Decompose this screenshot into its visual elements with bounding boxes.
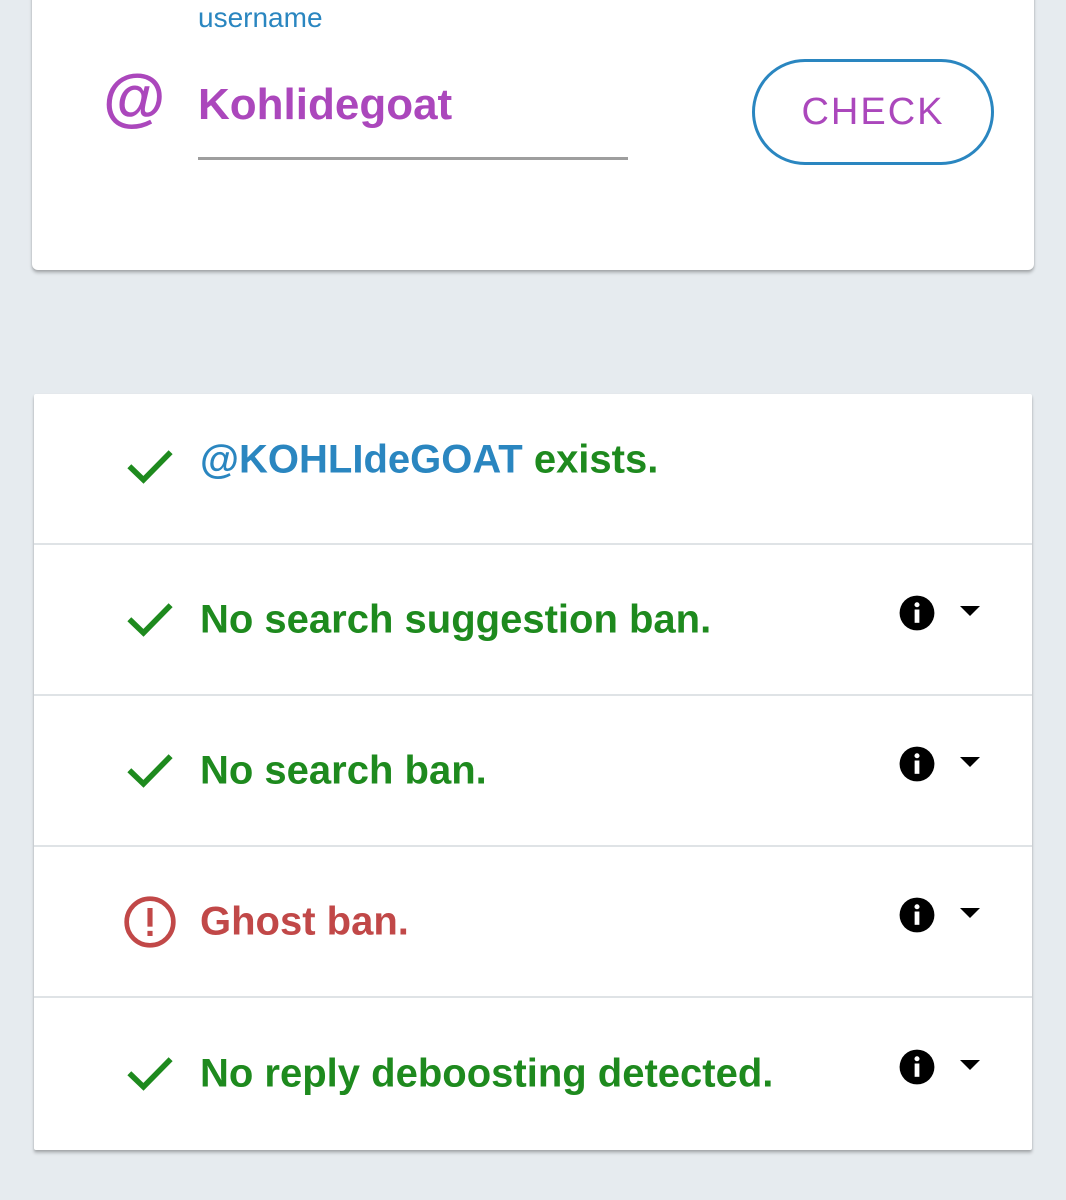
at-icon: @ xyxy=(102,62,165,134)
alert-circle-icon xyxy=(124,895,176,948)
info-toggle[interactable] xyxy=(898,594,988,634)
chevron-down-icon[interactable] xyxy=(958,906,982,920)
chevron-down-icon[interactable] xyxy=(958,755,982,769)
info-icon[interactable] xyxy=(898,1048,936,1086)
result-row-search-suggestion-ban: No search suggestion ban. xyxy=(34,545,1032,696)
info-toggle[interactable] xyxy=(898,896,988,936)
info-toggle[interactable] xyxy=(898,745,988,785)
username-handle[interactable]: @KOHLIdeGOAT xyxy=(200,437,523,481)
info-toggle[interactable] xyxy=(898,1048,988,1088)
result-row-reply-deboosting: No reply deboosting detected. xyxy=(34,998,1032,1150)
result-text-suffix: exists. xyxy=(522,437,659,481)
results-card: @KOHLIdeGOAT exists. No search suggestio… xyxy=(34,394,1032,1150)
username-input[interactable] xyxy=(198,70,628,160)
check-icon xyxy=(127,449,173,484)
result-row-exists: @KOHLIdeGOAT exists. xyxy=(34,394,1032,545)
check-icon xyxy=(127,1057,173,1091)
info-icon[interactable] xyxy=(898,896,936,934)
info-icon[interactable] xyxy=(898,594,936,632)
result-text: No reply deboosting detected. xyxy=(200,1051,774,1096)
info-icon[interactable] xyxy=(898,745,936,783)
result-row-search-ban: No search ban. xyxy=(34,696,1032,847)
result-text: No search suggestion ban. xyxy=(200,597,712,641)
check-icon xyxy=(127,753,173,788)
username-field-label: username xyxy=(198,2,323,33)
chevron-down-icon[interactable] xyxy=(958,1058,982,1072)
check-button[interactable]: CHECK xyxy=(752,59,994,165)
result-text: Ghost ban. xyxy=(200,899,409,943)
result-row-ghost-ban: Ghost ban. xyxy=(34,847,1032,998)
result-text: @KOHLIdeGOAT exists. xyxy=(200,437,658,482)
result-text: No search ban. xyxy=(200,748,487,792)
chevron-down-icon[interactable] xyxy=(958,604,982,618)
check-icon xyxy=(127,602,173,637)
